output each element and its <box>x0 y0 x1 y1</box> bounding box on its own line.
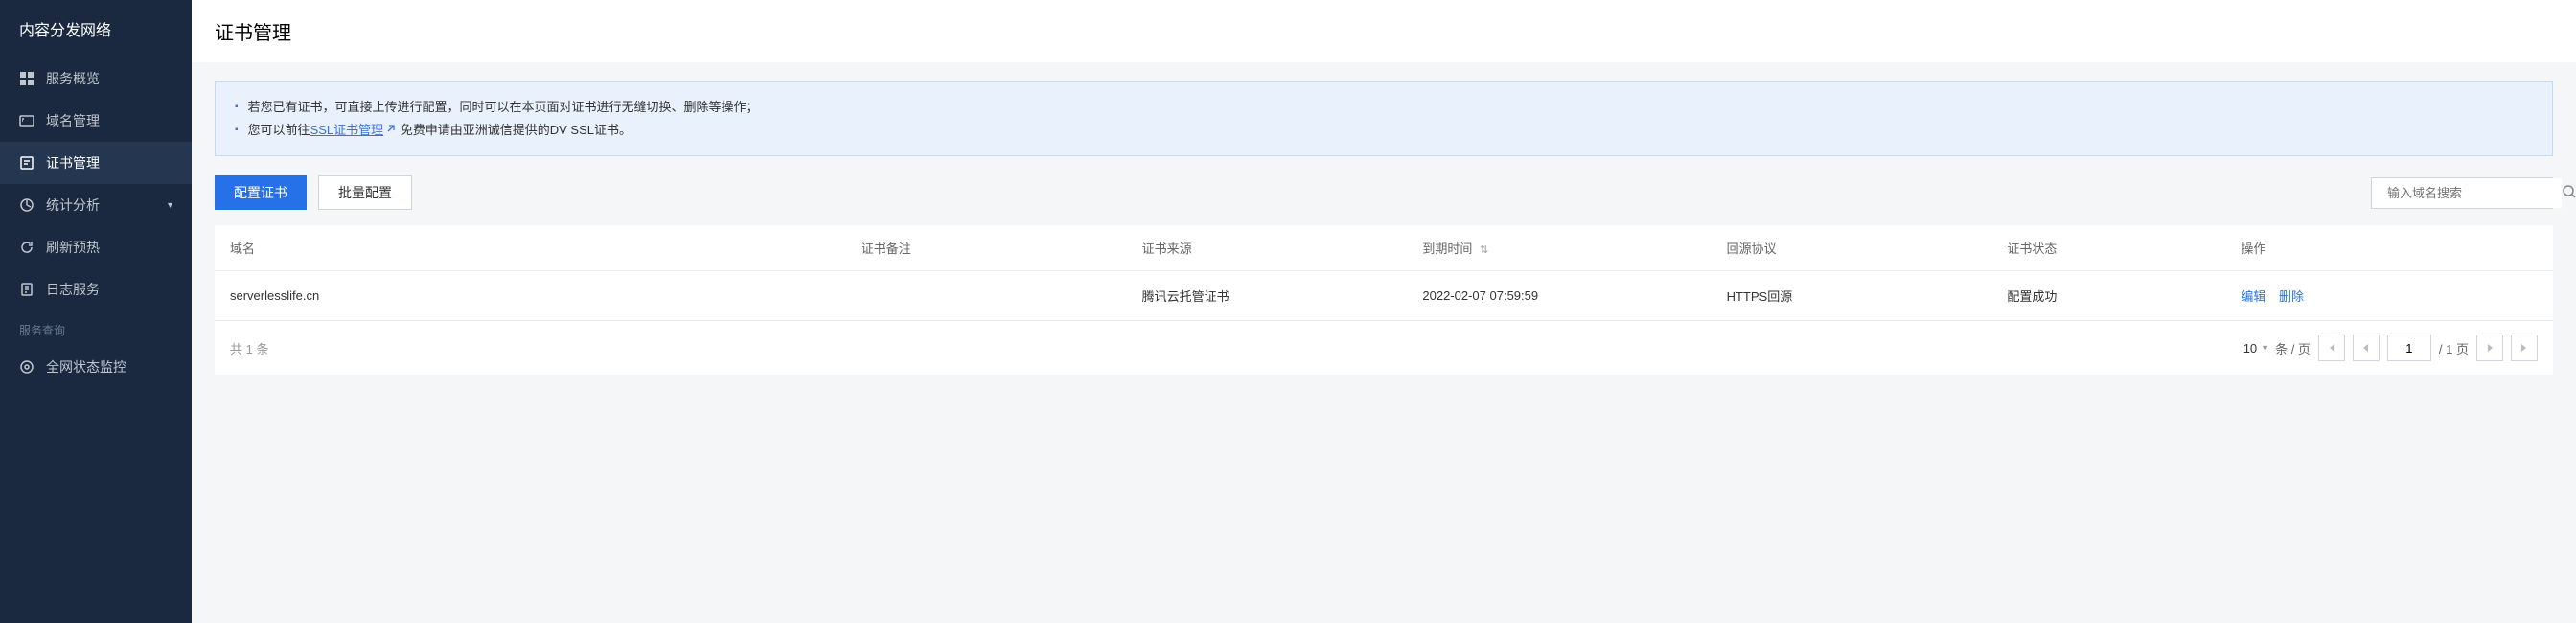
cert-table: 域名 证书备注 证书来源 到期时间 ⇅ 回源协议 证书状态 操作 <box>215 225 2553 321</box>
th-expire[interactable]: 到期时间 ⇅ <box>1407 225 1711 271</box>
page-last-button[interactable] <box>2511 335 2538 361</box>
sidebar-item-label: 域名管理 <box>46 111 100 130</box>
page-total: 共 1 条 <box>230 339 269 358</box>
page-total-pages: / 1 页 <box>2439 339 2469 358</box>
sidebar-title: 内容分发网络 <box>0 0 192 58</box>
table-wrap: 域名 证书备注 证书来源 到期时间 ⇅ 回源协议 证书状态 操作 <box>215 225 2553 375</box>
search-box <box>2371 177 2553 209</box>
page-next-button[interactable] <box>2476 335 2503 361</box>
search-input[interactable] <box>2381 178 2562 208</box>
sidebar-item-label: 全网状态监控 <box>46 358 126 377</box>
sidebar-section-title: 服务查询 <box>0 311 192 346</box>
sidebar-item-label: 刷新预热 <box>46 238 100 257</box>
sidebar-item-domain[interactable]: 域名管理 <box>0 100 192 142</box>
th-origin-proto: 回源协议 <box>1712 225 1992 271</box>
search-icon[interactable] <box>2562 184 2576 202</box>
sidebar-item-label: 证书管理 <box>46 153 100 173</box>
sidebar-item-monitor[interactable]: 全网状态监控 <box>0 346 192 388</box>
cell-status: 配置成功 <box>1991 271 2225 321</box>
overview-icon <box>19 71 34 86</box>
table-row: serverlesslife.cn 腾讯云托管证书 2022-02-07 07:… <box>215 271 2553 321</box>
chevron-down-icon: ▼ <box>2261 343 2269 353</box>
sidebar-item-label: 统计分析 <box>46 196 100 215</box>
monitor-icon <box>19 359 34 375</box>
sidebar-item-refresh[interactable]: 刷新预热 <box>0 226 192 268</box>
batch-configure-button[interactable]: 批量配置 <box>318 175 412 210</box>
log-icon <box>19 282 34 297</box>
stats-icon <box>19 197 34 213</box>
edit-link[interactable]: 编辑 <box>2241 289 2266 304</box>
page-controls: 10 ▼ 条 / 页 / 1 页 <box>2243 335 2538 361</box>
chevron-down-icon: ▾ <box>168 200 172 211</box>
sidebar-item-stats[interactable]: 统计分析 ▾ <box>0 184 192 226</box>
sort-icon: ⇅ <box>1480 244 1488 256</box>
th-remark: 证书备注 <box>846 225 1127 271</box>
main-content: 证书管理 若您已有证书，可直接上传进行配置，同时可以在本页面对证书进行无缝切换、… <box>192 0 2576 623</box>
cell-source: 腾讯云托管证书 <box>1127 271 1408 321</box>
cell-domain: serverlesslife.cn <box>215 271 846 321</box>
action-bar: 配置证书 批量配置 <box>215 175 2553 210</box>
sidebar-item-cert[interactable]: 证书管理 <box>0 142 192 184</box>
ssl-manage-link[interactable]: SSL证书管理 <box>310 123 384 137</box>
info-box: 若您已有证书，可直接上传进行配置，同时可以在本页面对证书进行无缝切换、删除等操作… <box>215 81 2553 156</box>
th-domain: 域名 <box>215 225 846 271</box>
refresh-icon <box>19 240 34 255</box>
info-line-1: 若您已有证书，可直接上传进行配置，同时可以在本页面对证书进行无缝切换、删除等操作… <box>235 96 2533 119</box>
cell-remark <box>846 271 1127 321</box>
external-link-icon <box>385 119 397 142</box>
domain-icon <box>19 113 34 128</box>
page-prev-button[interactable] <box>2353 335 2380 361</box>
cell-origin-proto: HTTPS回源 <box>1712 271 1992 321</box>
sidebar-item-log[interactable]: 日志服务 <box>0 268 192 311</box>
sidebar-item-overview[interactable]: 服务概览 <box>0 58 192 100</box>
th-source: 证书来源 <box>1127 225 1408 271</box>
sidebar-item-label: 日志服务 <box>46 280 100 299</box>
delete-link[interactable]: 删除 <box>2279 289 2304 304</box>
page-size-select[interactable]: 10 ▼ 条 / 页 <box>2243 339 2311 358</box>
sidebar: 内容分发网络 服务概览 域名管理 证书管理 统计分析 <box>0 0 192 623</box>
cell-actions: 编辑 删除 <box>2225 271 2553 321</box>
cert-icon <box>19 155 34 171</box>
th-action: 操作 <box>2225 225 2553 271</box>
info-line-2: 您可以前往SSL证书管理 免费申请由亚洲诚信提供的DV SSL证书。 <box>235 119 2533 142</box>
pagination: 共 1 条 10 ▼ 条 / 页 <box>215 321 2553 375</box>
sidebar-item-label: 服务概览 <box>46 69 100 88</box>
page-input[interactable] <box>2387 335 2431 361</box>
configure-cert-button[interactable]: 配置证书 <box>215 175 307 210</box>
page-first-button[interactable] <box>2318 335 2345 361</box>
th-status: 证书状态 <box>1991 225 2225 271</box>
cell-expire: 2022-02-07 07:59:59 <box>1407 271 1711 321</box>
page-title: 证书管理 <box>192 0 2576 62</box>
